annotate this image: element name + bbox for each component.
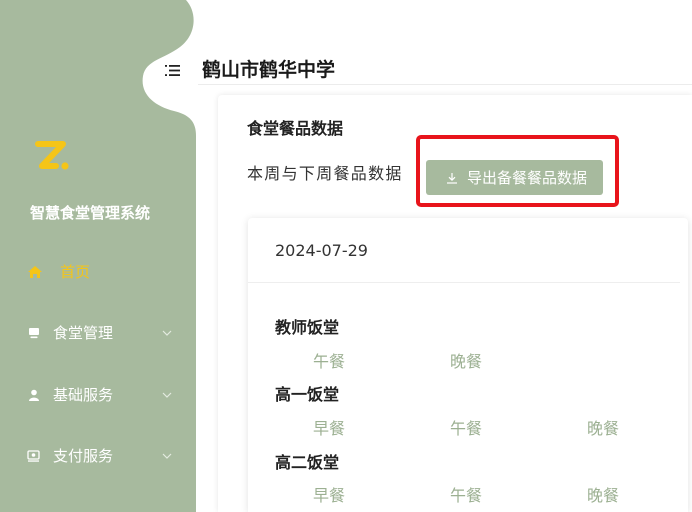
chevron-down-icon [162,453,172,459]
card-divider [248,282,680,283]
user-icon [29,389,39,401]
app-title: 智慧食堂管理系统 [30,204,151,222]
sidebar-item-payment-services[interactable]: 支付服务 [0,436,190,476]
section-title: 食堂餐品数据 [247,119,344,138]
sidebar-item-home[interactable]: 首页 [0,252,190,292]
canteen-name: 教师饭堂 [275,318,340,337]
sidebar-item-label: 首页 [60,263,91,281]
header-divider [198,84,692,85]
sidebar-item-canteen-management[interactable]: 食堂管理 [0,313,190,353]
date-label: 2024-07-29 [275,241,368,260]
sidebar-item-basic-services[interactable]: 基础服务 [0,375,190,415]
meal-item[interactable]: 午餐 [313,351,345,373]
export-meal-data-button[interactable]: 导出备餐餐品数据 [426,160,603,195]
meal-item[interactable]: 晚餐 [587,485,619,507]
sidebar-item-label: 食堂管理 [53,324,114,342]
meal-item[interactable]: 晚餐 [450,351,482,373]
monitor-icon [29,328,39,339]
menu-icon[interactable] [165,64,180,77]
sidebar-item-label: 基础服务 [53,386,114,404]
logo-icon [35,141,69,170]
chevron-down-icon [162,330,172,336]
chevron-down-icon [162,392,172,398]
meal-data-card: 2024-07-29 教师饭堂 午餐 晚餐 高一饭堂 早餐 午餐 晚餐 高二饭堂… [248,218,688,512]
main-card: 食堂餐品数据 本周与下周餐品数据 导出备餐餐品数据 2024-07-29 教师饭… [218,95,692,512]
canteen-name: 高二饭堂 [275,453,340,472]
home-icon [28,266,42,278]
meal-item[interactable]: 午餐 [450,418,482,440]
meal-item[interactable]: 早餐 [313,485,345,507]
meal-item[interactable]: 早餐 [313,418,345,440]
meal-item[interactable]: 午餐 [450,485,482,507]
sidebar-item-label: 支付服务 [53,447,114,465]
canteen-name: 高一饭堂 [275,385,340,404]
page-title: 鹤山市鹤华中学 [202,59,336,81]
meal-item[interactable]: 晚餐 [587,418,619,440]
wallet-icon [27,450,40,462]
download-icon [447,172,457,184]
section-subtitle: 本周与下周餐品数据 [247,164,403,183]
export-button-label: 导出备餐餐品数据 [467,169,588,187]
